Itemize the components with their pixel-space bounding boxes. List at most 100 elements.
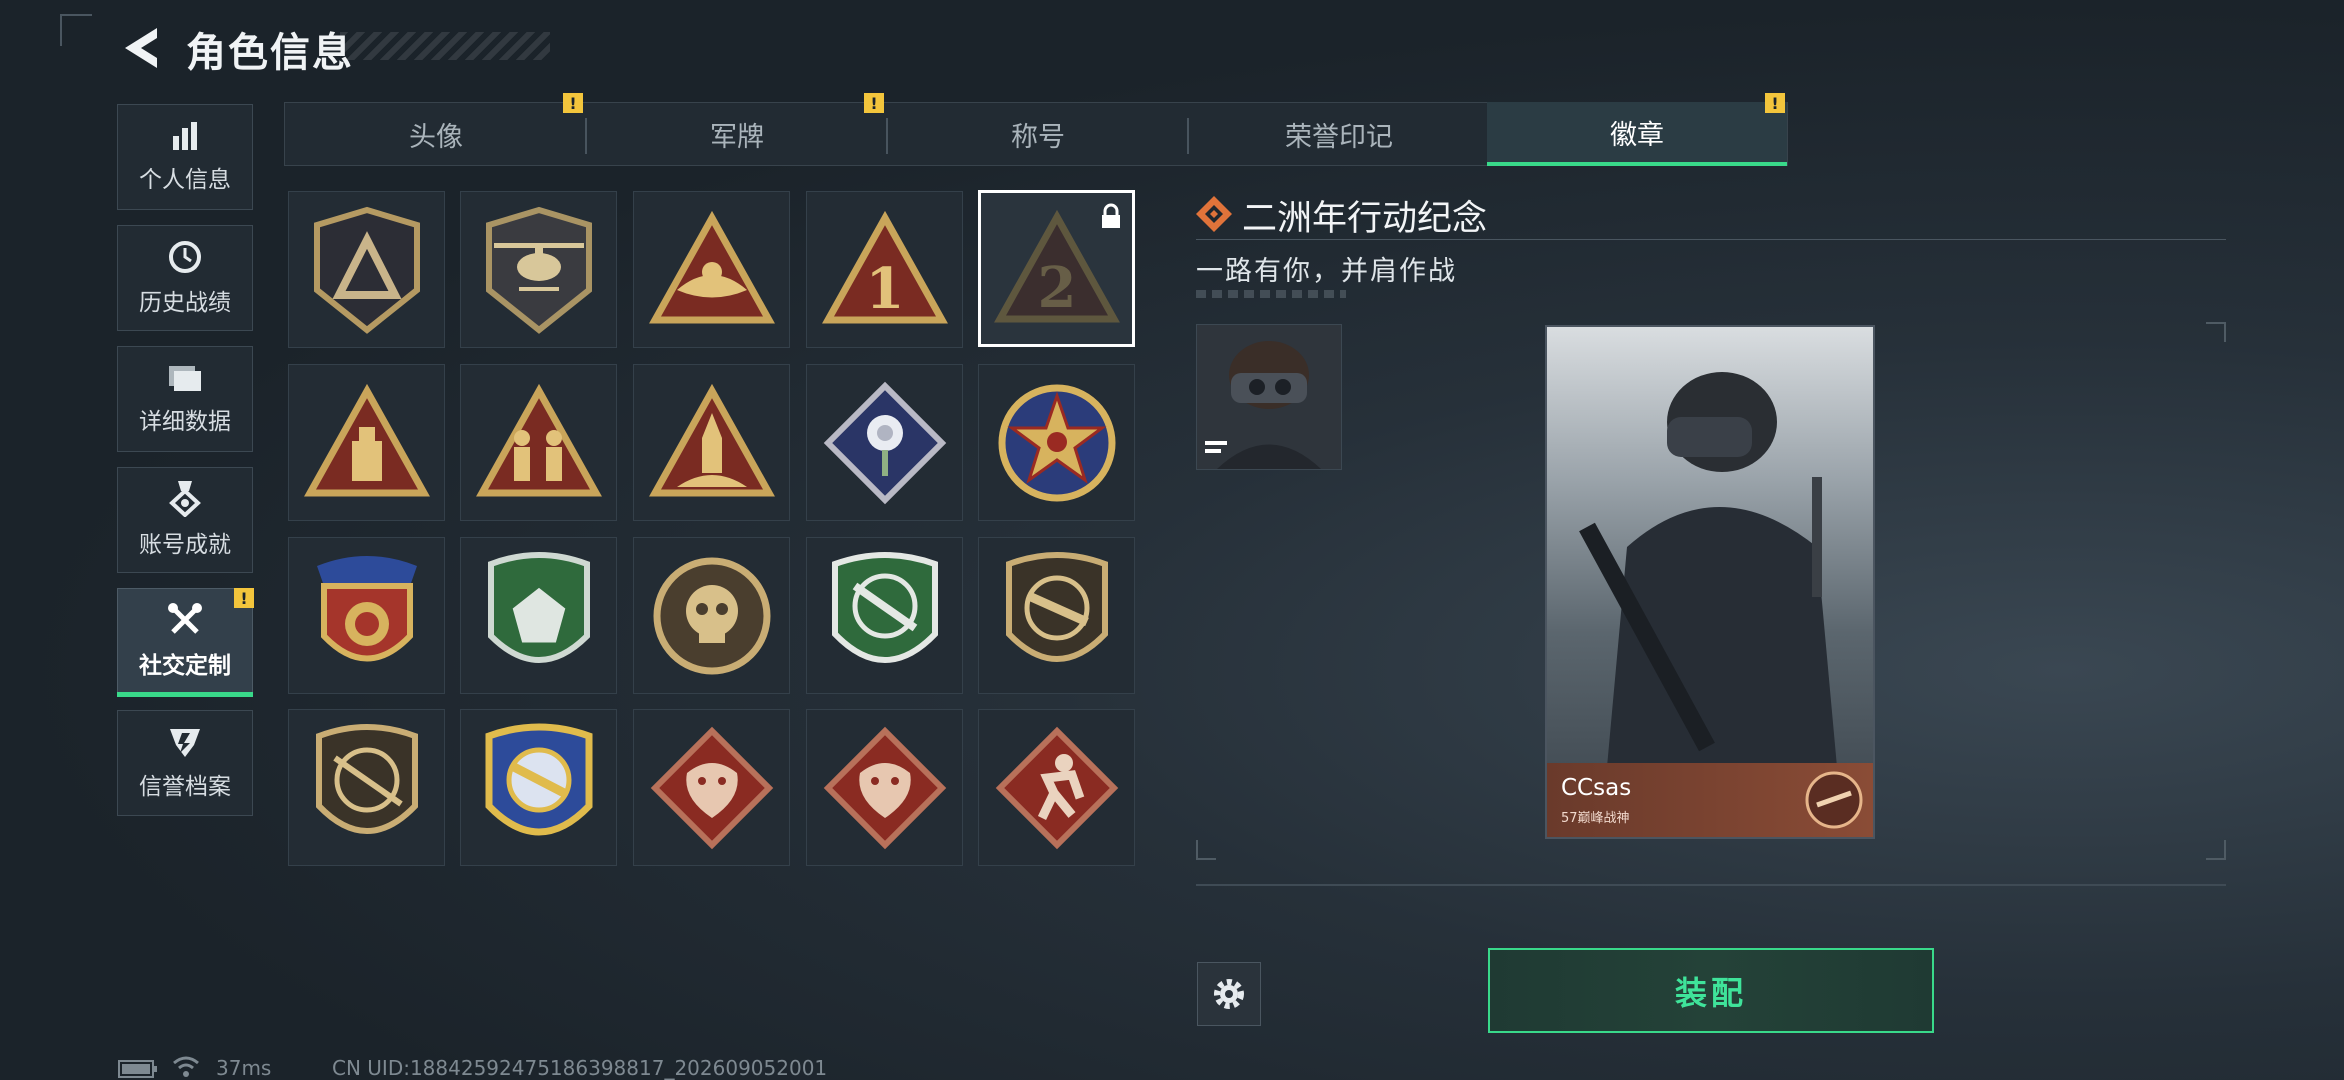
player-name: CCsas <box>1561 775 1632 801</box>
equip-button[interactable]: 装配 <box>1488 948 1934 1033</box>
sidebar-item-social-custom[interactable]: 社交定制 <box>117 588 253 694</box>
wings-triangle-badge-icon <box>648 210 775 323</box>
sidebar-item-label: 信誉档案 <box>139 774 231 800</box>
player-card-preview: CCsas 57巅峰战神 <box>1545 325 1875 839</box>
badge-crosshair-gold-shield[interactable] <box>460 709 617 866</box>
delta-shield-badge-icon <box>313 206 420 334</box>
page-title: 角色信息 <box>186 30 354 76</box>
soldier-avatar-image <box>1197 325 1341 469</box>
badge-runner-diamond[interactable] <box>978 709 1135 866</box>
badge-smg-shield[interactable] <box>978 537 1135 694</box>
lock-icon <box>1102 203 1120 228</box>
tab-label: 称号 <box>1011 121 1065 153</box>
warning-badge-icon: ! <box>1765 93 1785 113</box>
sidebar-item-label: 社交定制 <box>139 653 231 679</box>
badge-green-gem-shield[interactable] <box>460 537 617 694</box>
badge-star-circle[interactable] <box>978 364 1135 521</box>
badge-green-rifle-shield[interactable] <box>806 537 963 694</box>
warning-badge-icon: ! <box>234 588 254 608</box>
sidebar-item-history[interactable]: 历史战绩 <box>117 225 253 331</box>
gear-icon <box>1214 979 1244 1009</box>
player-rank: 57巅峰战神 <box>1561 811 1630 826</box>
tab-label: 军牌 <box>710 121 764 153</box>
badge-number-2[interactable]: 2 <box>978 190 1135 347</box>
usb-triangle-badge-icon <box>303 383 430 496</box>
sidebar-item-detailed-data[interactable]: 详细数据 <box>117 346 253 452</box>
rank-emblem-icon <box>1805 771 1863 829</box>
star-circle-badge-icon <box>998 384 1115 501</box>
badge-skull-circle[interactable] <box>633 537 790 694</box>
badge-rose-diamond[interactable] <box>806 364 963 521</box>
sidebar-active-indicator <box>117 692 253 697</box>
avatar-preview[interactable] <box>1196 324 1342 470</box>
sidebar-item-label: 历史战绩 <box>139 290 231 316</box>
achievement-medal-icon <box>169 481 201 517</box>
back-arrow-icon <box>125 28 157 68</box>
tab-dog-tag[interactable]: 军牌 <box>587 102 887 166</box>
sidebar-item-label: 详细数据 <box>139 409 231 435</box>
sidebar-item-label: 账号成就 <box>139 532 231 558</box>
badge-detail-title: 二洲年行动纪念 <box>1242 199 1488 239</box>
dragon-diamond-badge-icon <box>650 726 773 849</box>
blurred-text-placeholder <box>1196 290 1346 298</box>
folder-icon <box>169 366 201 391</box>
badge-detail-subtitle: 一路有你，并肩作战 <box>1196 256 1457 287</box>
divider <box>1196 884 2226 886</box>
card-footer: CCsas 57巅峰战神 <box>1547 763 1873 837</box>
sniper-shield-badge-icon <box>315 723 418 834</box>
back-button[interactable] <box>116 24 166 72</box>
bar-chart-icon <box>173 122 197 150</box>
sidebar-item-achievements[interactable]: 账号成就 <box>117 467 253 573</box>
title-decoration <box>340 32 550 60</box>
tab-avatar[interactable]: 头像 <box>286 102 586 166</box>
crosshair-gold-shield-badge-icon <box>485 723 592 835</box>
ping-text: 37ms <box>216 1056 272 1080</box>
smg-shield-badge-icon <box>1005 551 1108 662</box>
helicopter-badge-icon <box>485 206 592 334</box>
tab-badge[interactable]: 徽章 <box>1487 102 1787 166</box>
badge-usb-triangle[interactable] <box>288 364 445 521</box>
badge-sniper-shield[interactable] <box>288 709 445 866</box>
badge-wings-triangle[interactable] <box>633 191 790 348</box>
badge-soldiers-triangle[interactable] <box>460 364 617 521</box>
sidebar-item-label: 个人信息 <box>139 167 231 193</box>
frame-corner <box>2206 840 2226 860</box>
badge-dragon-diamond-2[interactable] <box>806 709 963 866</box>
corner-decoration <box>60 14 92 46</box>
tab-honor-mark[interactable]: 荣誉印记 <box>1189 102 1489 166</box>
blue-star-shield-badge-icon <box>316 555 417 661</box>
badge-rocket-triangle[interactable] <box>633 364 790 521</box>
green-gem-shield-badge-icon <box>487 551 590 663</box>
badge-delta-shield[interactable] <box>288 191 445 348</box>
dragon-diamond-badge-icon <box>823 726 946 849</box>
svg-text:1: 1 <box>865 256 904 322</box>
number-one-badge-icon: 1 <box>821 210 948 323</box>
svg-text:2: 2 <box>1037 255 1076 321</box>
green-rifle-shield-badge-icon <box>831 551 938 663</box>
warning-badge-icon: ! <box>563 93 583 113</box>
tab-label: 头像 <box>409 121 463 153</box>
sidebar-item-reputation[interactable]: 信誉档案 <box>117 710 253 816</box>
diamond-pattern-icon <box>1196 196 1232 232</box>
rocket-triangle-badge-icon <box>648 383 775 496</box>
sidebar-item-personal-info[interactable]: 个人信息 <box>117 104 253 210</box>
uid-text: CN UID:18842592475186398817_202609052001 <box>332 1056 828 1080</box>
badge-number-1[interactable]: 1 <box>806 191 963 348</box>
badge-dragon-diamond-1[interactable] <box>633 709 790 866</box>
soldiers-triangle-badge-icon <box>475 383 602 496</box>
tab-label: 徽章 <box>1610 119 1664 151</box>
tools-icon <box>168 603 202 634</box>
runner-diamond-badge-icon <box>995 726 1118 849</box>
history-clock-icon <box>169 241 201 273</box>
warning-badge-icon: ! <box>864 93 884 113</box>
settings-button[interactable] <box>1197 962 1261 1026</box>
tab-label: 荣誉印记 <box>1285 121 1393 153</box>
reputation-shield-icon <box>170 729 200 757</box>
wifi-icon <box>173 1056 199 1077</box>
tab-title[interactable]: 称号 <box>888 102 1188 166</box>
operator-image <box>1579 372 1837 767</box>
badge-blue-star-shield[interactable] <box>288 537 445 694</box>
badge-helicopter[interactable] <box>460 191 617 348</box>
frame-corner <box>2206 322 2226 342</box>
skull-circle-badge-icon <box>653 557 770 674</box>
